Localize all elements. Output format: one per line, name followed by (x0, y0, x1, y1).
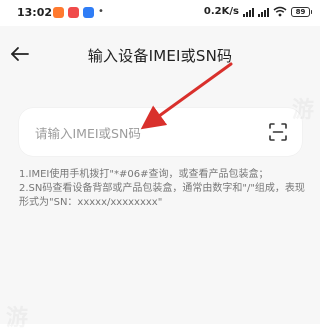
instruction-imei: 1.IMEI使用手机拨打"*#06#查询，或查看产品包装盒； (19, 169, 269, 180)
app-icon-red (68, 7, 79, 18)
page-header: 输入设备IMEI或SN码 (0, 26, 320, 82)
battery-icon: 89 (291, 6, 312, 17)
status-app-icons: • (53, 7, 104, 18)
wifi-icon (273, 6, 287, 17)
scan-icon (269, 123, 287, 141)
scan-button[interactable] (268, 122, 288, 142)
status-right: 0.2K/s 89 (203, 6, 312, 17)
imei-sn-input[interactable] (33, 108, 257, 158)
network-speed: 0.2K/s (203, 6, 239, 17)
status-bar: 13:02 • 0.2K/s 89 (0, 0, 320, 26)
watermark: 游 (6, 300, 28, 332)
screen: 13:02 • 0.2K/s 89 输入设备IMEI或SN码 请输入IMEI或S… (0, 0, 320, 331)
app-icon-orange (53, 7, 64, 18)
more-dots-icon: • (98, 6, 104, 17)
signal-icon (243, 7, 254, 17)
page-title: 输入设备IMEI或SN码 (87, 47, 233, 65)
battery-level: 89 (295, 7, 306, 16)
status-time: 13:02 (17, 6, 53, 19)
imei-input-card (19, 108, 302, 158)
app-icon-blue (83, 7, 94, 18)
instruction-sn: 2.SN码查看设备背部或产品包装盒，通常由数字和"/"组成，表现形式为"SN：x… (19, 183, 305, 208)
instructions: 1.IMEI使用手机拨打"*#06#查询，或查看产品包装盒； 2.SN码查看设备… (19, 168, 309, 210)
signal-icon-2 (258, 7, 269, 17)
